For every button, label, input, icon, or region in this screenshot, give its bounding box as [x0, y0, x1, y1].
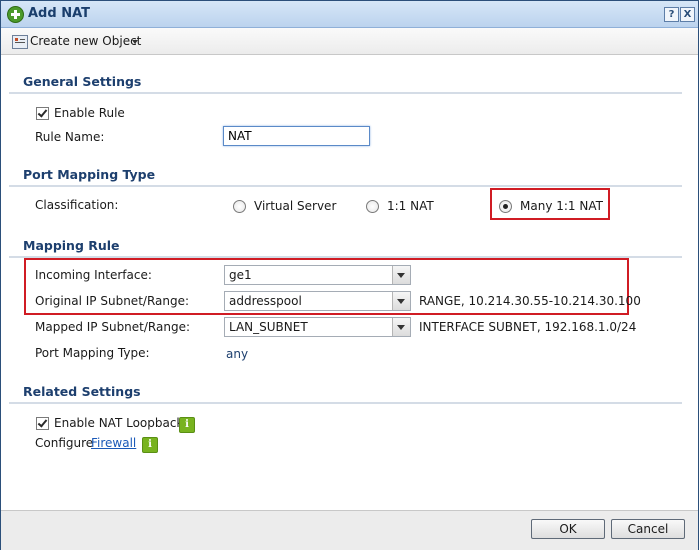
mapping-rule-section: Mapping Rule [9, 238, 682, 258]
radio-one-to-one-nat[interactable] [366, 200, 379, 213]
incoming-interface-value: ge1 [229, 268, 252, 282]
mapped-ip-select[interactable]: LAN_SUBNET [224, 317, 411, 337]
radio-virtual-server-label: Virtual Server [254, 199, 337, 213]
title-bar[interactable]: Add NAT ? X [1, 1, 698, 28]
toolbar: Create new Object [1, 28, 698, 55]
mapping-rule-heading: Mapping Rule [23, 238, 120, 253]
general-settings-heading: General Settings [23, 74, 142, 89]
original-ip-select[interactable]: addresspool [224, 291, 411, 311]
help-button[interactable]: ? [664, 7, 679, 22]
rule-name-label: Rule Name: [35, 130, 105, 144]
port-mapping-type-section: Port Mapping Type [9, 167, 682, 187]
cancel-button[interactable]: Cancel [611, 519, 685, 539]
info-icon[interactable]: i [179, 417, 195, 433]
radio-many-one-to-one-nat-label: Many 1:1 NAT [520, 199, 603, 213]
radio-virtual-server[interactable] [233, 200, 246, 213]
enable-rule-label: Enable Rule [54, 106, 125, 120]
ok-button[interactable]: OK [531, 519, 605, 539]
related-settings-heading: Related Settings [23, 384, 141, 399]
port-mapping-type-label: Port Mapping Type: [35, 346, 150, 360]
original-ip-info: RANGE, 10.214.30.55-10.214.30.100 [419, 294, 641, 308]
enable-nat-loopback-checkbox[interactable] [36, 417, 49, 430]
chevron-down-icon[interactable] [392, 266, 410, 284]
rule-name-input[interactable] [223, 126, 370, 146]
port-mapping-type-heading: Port Mapping Type [23, 167, 156, 182]
add-icon [7, 6, 24, 23]
dialog-title: Add NAT [28, 6, 90, 21]
enable-rule-checkbox[interactable] [36, 107, 49, 120]
original-ip-value: addresspool [229, 294, 302, 308]
mapped-ip-label: Mapped IP Subnet/Range: [35, 320, 190, 334]
chevron-down-icon[interactable] [392, 292, 410, 310]
radio-one-to-one-nat-label: 1:1 NAT [387, 199, 434, 213]
create-object-menu[interactable]: Create new Object [30, 34, 141, 48]
chevron-down-icon[interactable] [392, 318, 410, 336]
mapped-ip-value: LAN_SUBNET [229, 320, 308, 334]
add-nat-dialog: Add NAT ? X Create new Object General Se… [0, 0, 699, 550]
enable-nat-loopback-label: Enable NAT Loopback [54, 416, 184, 430]
incoming-interface-label: Incoming Interface: [35, 268, 152, 282]
firewall-link[interactable]: Firewall [91, 436, 136, 450]
info-icon[interactable]: i [142, 437, 158, 453]
classification-label: Classification: [35, 198, 119, 212]
radio-many-one-to-one-nat[interactable] [499, 200, 512, 213]
general-settings-section: General Settings [9, 74, 682, 94]
mapped-ip-info: INTERFACE SUBNET, 192.168.1.0/24 [419, 320, 637, 334]
object-list-icon [12, 35, 28, 49]
original-ip-label: Original IP Subnet/Range: [35, 294, 190, 308]
close-button[interactable]: X [680, 7, 695, 22]
related-settings-section: Related Settings [9, 384, 682, 404]
configure-label: Configure [35, 436, 94, 450]
dropdown-arrow-icon[interactable] [132, 40, 138, 44]
incoming-interface-select[interactable]: ge1 [224, 265, 411, 285]
dialog-footer: OK Cancel [1, 510, 698, 550]
port-mapping-type-value: any [226, 347, 249, 361]
